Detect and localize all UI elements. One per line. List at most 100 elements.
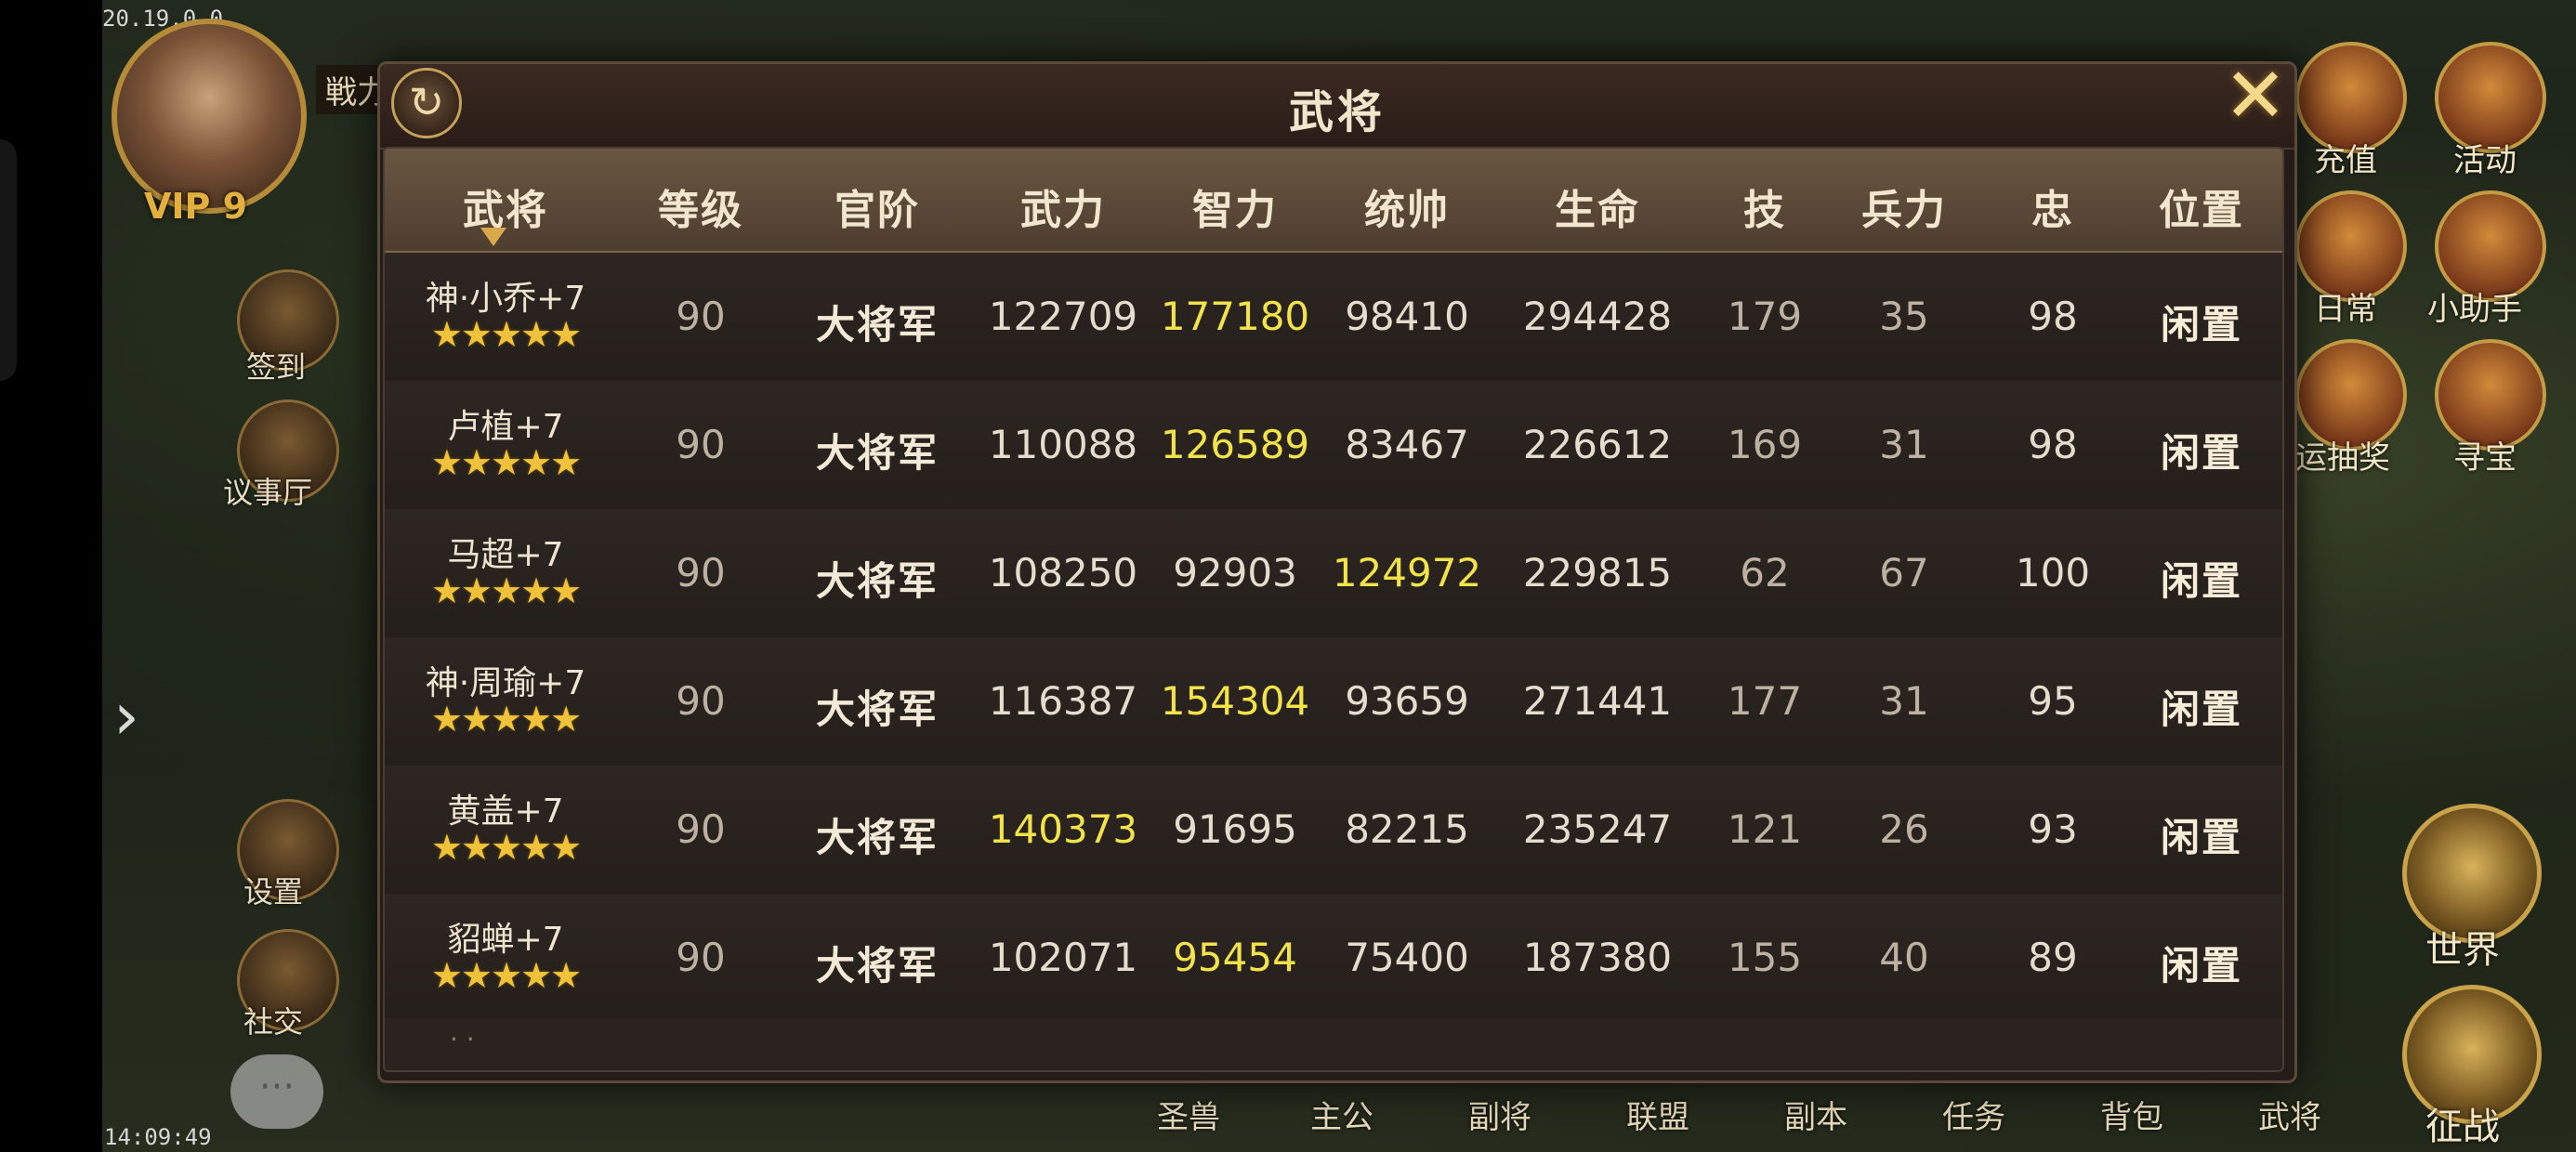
left-menu-label: 社交: [243, 1004, 304, 1040]
hp-cell: 271441: [1522, 678, 1673, 724]
world-label: 世界: [2425, 929, 2500, 972]
skill-cell: 169: [1727, 422, 1803, 467]
table-row[interactable]: 马超+7 ★★★★★ 90 大将军 108250 92903 124972 229815 62 6…: [385, 509, 2282, 639]
skill-cell: 121: [1727, 806, 1803, 852]
header-level[interactable]: 等级: [645, 177, 756, 236]
strength-cell: 116387: [988, 678, 1138, 724]
hp-cell: 294428: [1522, 294, 1673, 339]
level-cell: 90: [676, 935, 726, 980]
intelligence-cell: 154304: [1160, 678, 1310, 724]
loyalty-cell: 100: [2015, 550, 2091, 596]
position-cell: 闲置: [2160, 302, 2242, 347]
rank-cell: 大将军: [815, 430, 939, 476]
right-menu-label: 充值: [2314, 142, 2377, 179]
hp-cell: 187380: [1522, 935, 1673, 980]
intelligence-cell: 91695: [1173, 806, 1297, 852]
header-hp[interactable]: 生命: [1491, 177, 1704, 236]
rank-cell: 大将军: [815, 815, 939, 860]
level-cell: 90: [676, 806, 726, 852]
table-row[interactable]: 卢植+7 ★★★★★ 90 大将军 110088 126589 83467 226612 169…: [385, 381, 2282, 511]
general-name: 貂蝉+7: [447, 921, 564, 959]
level-cell: 90: [676, 678, 726, 724]
table-row-partial: · ·: [385, 1018, 2282, 1070]
troops-cell: 26: [1879, 806, 1929, 852]
position-cell: 闲置: [2160, 687, 2242, 732]
star-rating: ★★★★★: [430, 955, 582, 996]
table-header: 武将 等级 官阶 武力 智力 统帅 生命 技 兵力 忠 位置: [385, 149, 2282, 253]
left-menu-label: 设置: [243, 874, 304, 910]
general-name: 神·小乔+7: [425, 280, 586, 318]
right-menu-label: 活动: [2453, 142, 2517, 179]
intelligence-cell: 126589: [1160, 422, 1310, 467]
header-command[interactable]: 统帅: [1323, 177, 1491, 236]
rank-cell: 大将军: [815, 687, 939, 732]
level-cell: 90: [676, 550, 726, 596]
bottom-menu-item[interactable]: 主公: [1310, 1092, 1373, 1137]
bottom-menu-item[interactable]: 武将: [2258, 1092, 2321, 1137]
table-row[interactable]: 神·小乔+7 ★★★★★ 90 大将军 122709 177180 98410 294428 1…: [385, 253, 2282, 383]
dialog-title: 武将: [1288, 86, 1386, 138]
level-cell: 90: [676, 294, 726, 339]
star-rating: ★★★★★: [430, 570, 582, 611]
bottom-menu-item[interactable]: 圣兽: [1157, 1092, 1220, 1137]
strength-cell: 110088: [988, 422, 1138, 467]
bottom-menu-item[interactable]: 任务: [1942, 1092, 2005, 1137]
troops-cell: 31: [1879, 422, 1929, 467]
header-strength[interactable]: 武力: [979, 177, 1147, 236]
bottom-menu-item[interactable]: 副将: [1468, 1092, 1531, 1137]
header-troops[interactable]: 兵力: [1825, 177, 1983, 236]
general-name: 黄盖+7: [447, 792, 564, 831]
right-menu-label: 日常: [2314, 291, 2377, 328]
hp-cell: 229815: [1522, 550, 1673, 596]
right-menu-label: 运抽奖: [2295, 439, 2390, 477]
skill-cell: 62: [1740, 550, 1790, 596]
command-cell: 82215: [1345, 806, 1469, 852]
sort-down-icon: [480, 228, 506, 246]
command-cell: 93659: [1345, 678, 1469, 724]
hp-cell: 226612: [1522, 422, 1673, 467]
bottom-menu-item[interactable]: 背包: [2100, 1092, 2163, 1137]
table-row[interactable]: 神·周瑜+7 ★★★★★ 90 大将军 116387 154304 93659 271441 1…: [385, 637, 2282, 767]
position-cell: 闲置: [2160, 430, 2242, 476]
general-name: 卢植+7: [447, 408, 564, 446]
left-menu-label: 议事厅: [223, 475, 313, 510]
bottom-menu-item[interactable]: 联盟: [1626, 1092, 1689, 1137]
player-avatar[interactable]: [112, 19, 307, 214]
intelligence-cell: 95454: [1173, 935, 1297, 980]
header-intelligence[interactable]: 智力: [1147, 177, 1323, 236]
header-skill[interactable]: 技: [1714, 177, 1816, 236]
table-row[interactable]: 貂蝉+7 ★★★★★ 90 大将军 102071 95454 75400 187380 155 4…: [385, 894, 2282, 1024]
chevron-right-icon[interactable]: ›: [113, 678, 139, 754]
loyalty-cell: 89: [2028, 935, 2078, 980]
troops-cell: 40: [1879, 935, 1929, 980]
skill-cell: 179: [1727, 294, 1803, 339]
header-rank[interactable]: 官阶: [766, 177, 989, 236]
partial-row-text: · ·: [450, 1024, 475, 1054]
position-cell: 闲置: [2160, 943, 2242, 988]
left-menu-label: 签到: [246, 349, 307, 385]
clock-label: 14:09:49: [104, 1124, 212, 1150]
rank-cell: 大将军: [815, 943, 939, 988]
table-row[interactable]: 黄盖+7 ★★★★★ 90 大将军 140373 91695 82215 235247 121 2…: [385, 766, 2282, 896]
star-rating: ★★★★★: [430, 827, 582, 868]
rank-cell: 大将军: [815, 558, 939, 604]
chat-icon[interactable]: ···: [230, 1054, 323, 1129]
loyalty-cell: 95: [2028, 678, 2078, 724]
side-notch: [0, 139, 17, 381]
campaign-label: 征战: [2425, 1106, 2500, 1148]
hp-cell: 235247: [1522, 806, 1673, 852]
troops-cell: 31: [1879, 678, 1929, 724]
command-cell: 98410: [1345, 294, 1469, 339]
general-name: 神·周瑜+7: [425, 664, 586, 702]
bottom-menu-item[interactable]: 副本: [1784, 1092, 1847, 1137]
close-icon[interactable]: ✕: [2215, 57, 2295, 137]
loyalty-cell: 93: [2028, 806, 2078, 852]
vip-badge: VIP 9: [144, 186, 248, 227]
strength-cell: 140373: [988, 806, 1138, 852]
command-cell: 75400: [1345, 935, 1469, 980]
strength-cell: 108250: [988, 550, 1138, 596]
loyalty-cell: 98: [2028, 294, 2078, 339]
header-loyalty[interactable]: 忠: [1992, 177, 2113, 236]
header-position[interactable]: 位置: [2123, 177, 2280, 236]
command-cell: 83467: [1345, 422, 1469, 467]
